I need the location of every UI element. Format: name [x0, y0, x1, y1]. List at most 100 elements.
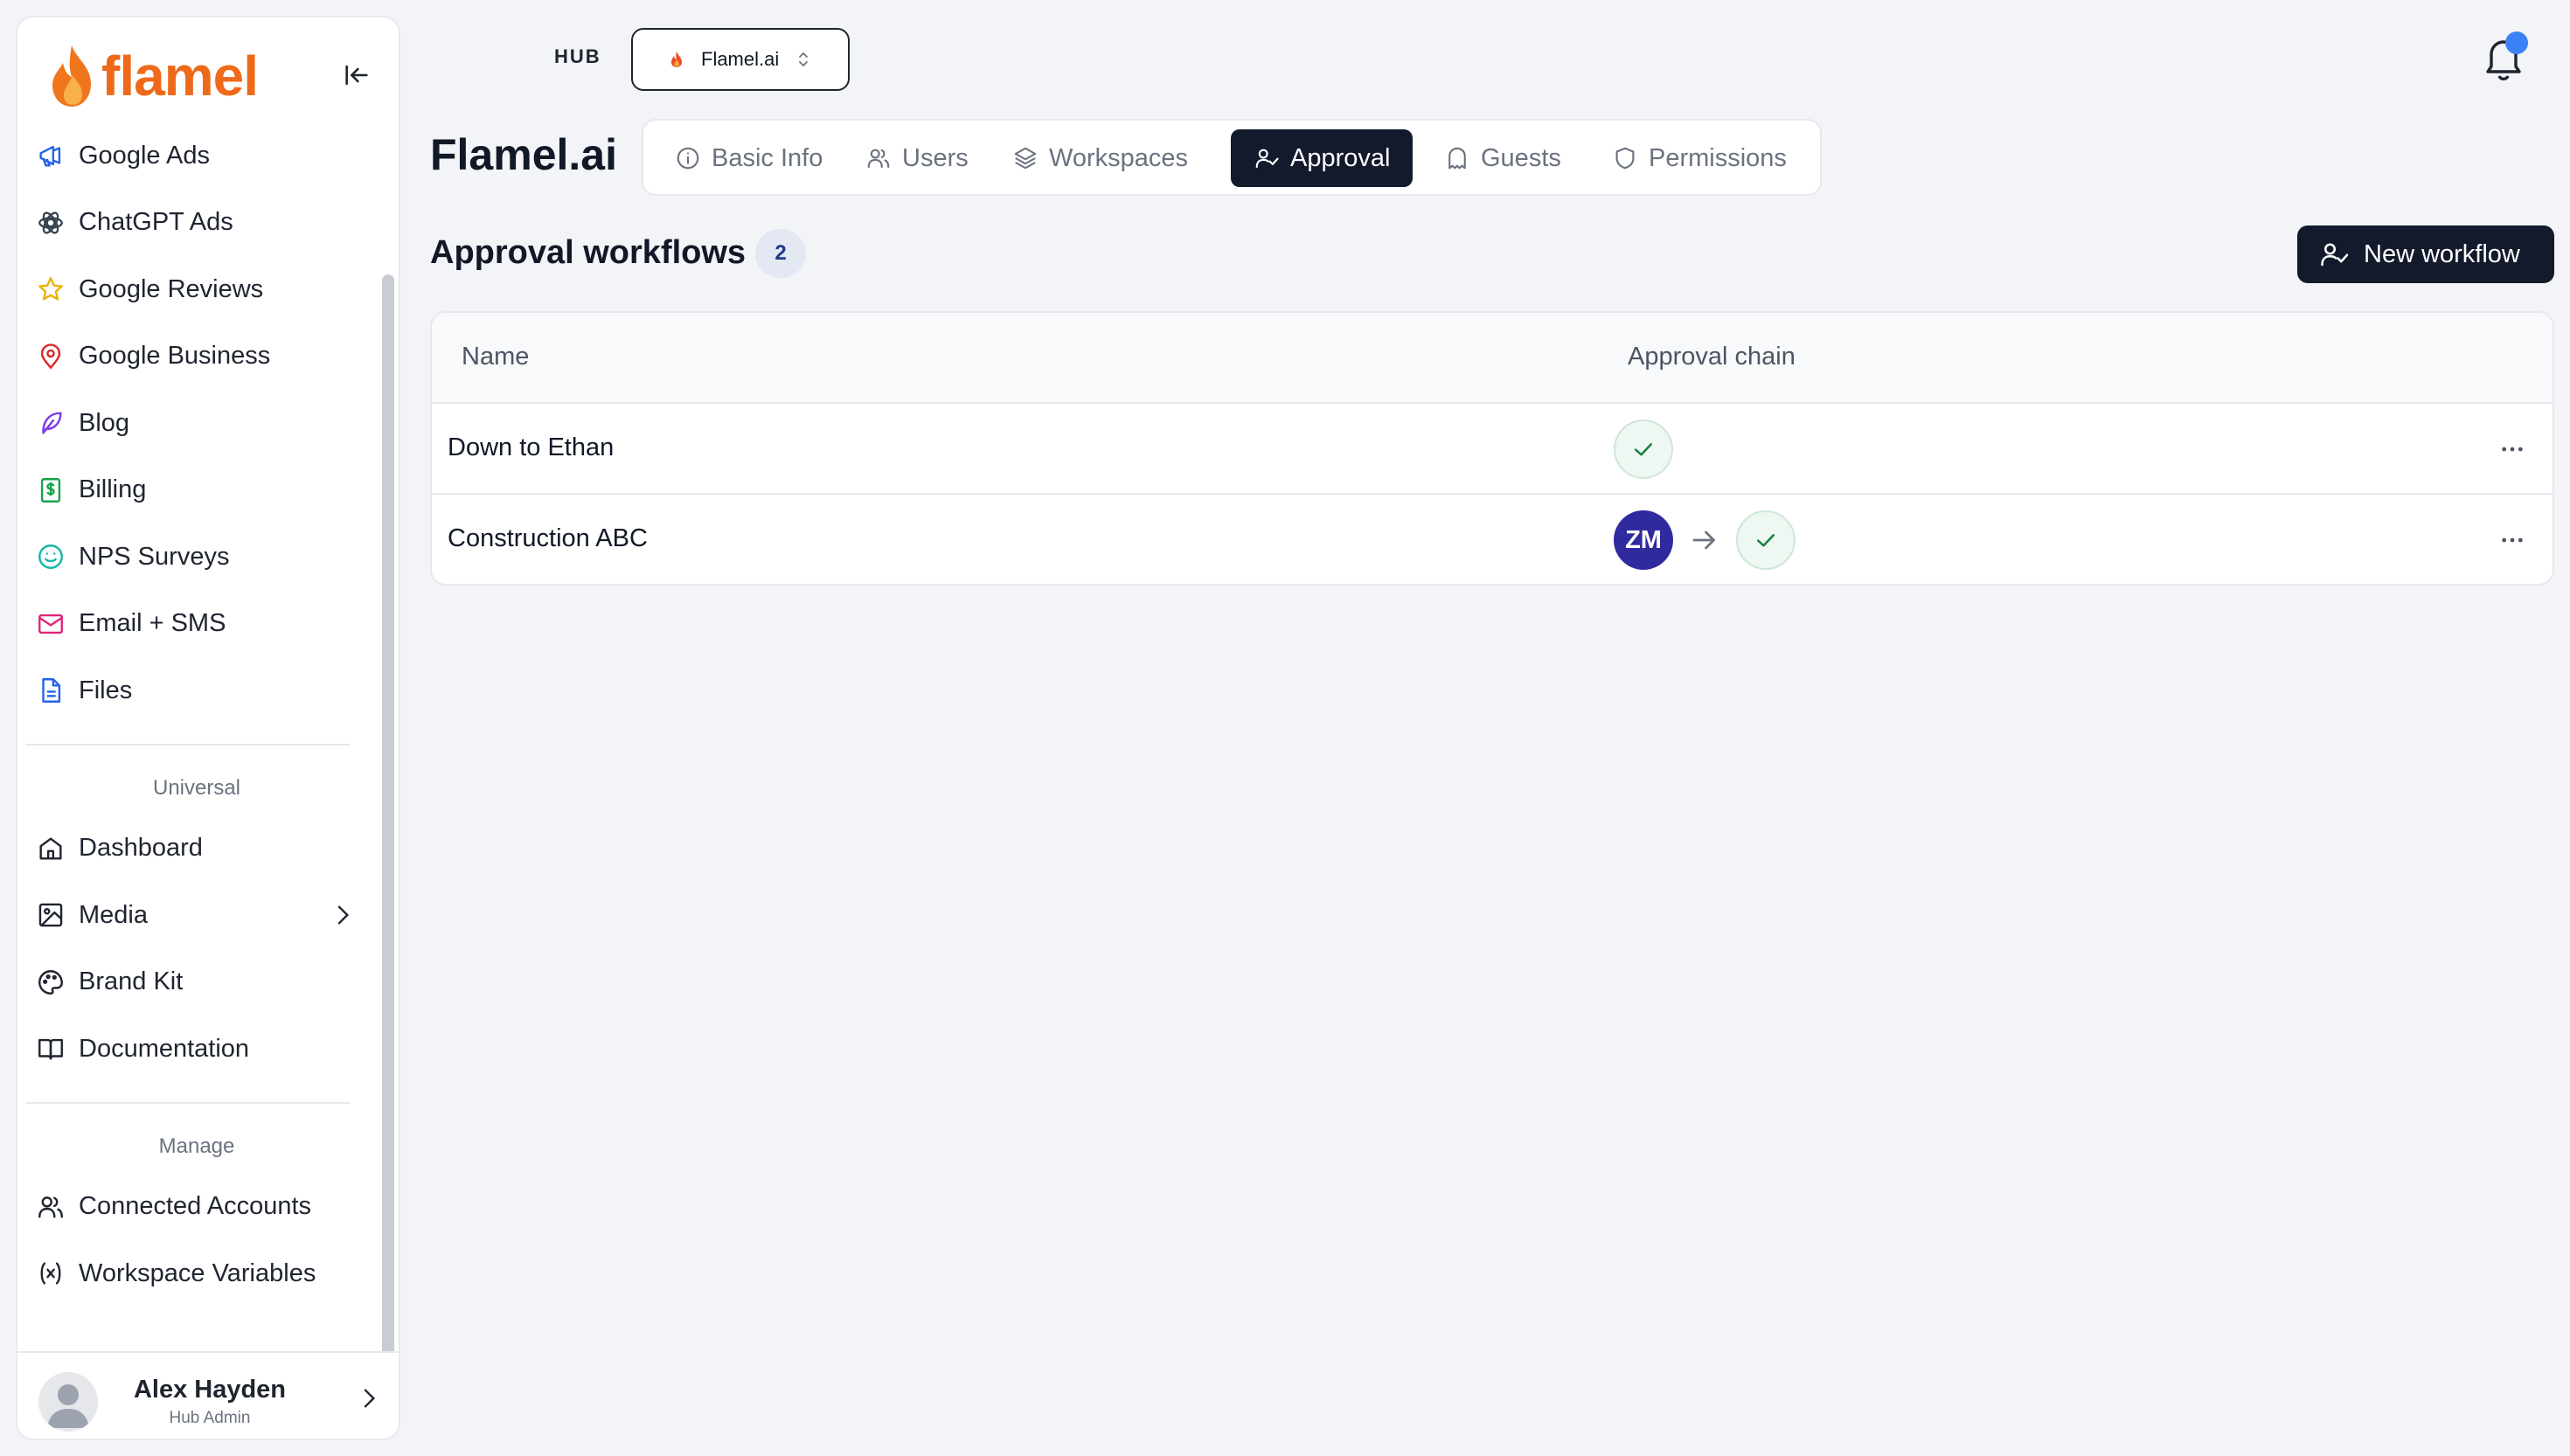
new-workflow-button[interactable]: New workflow — [2297, 225, 2554, 283]
image-icon — [38, 904, 63, 927]
variable-icon — [40, 1262, 61, 1285]
user-profile-card[interactable]: Alex Hayden Hub Admin — [17, 1351, 399, 1439]
sidebar-item-files[interactable]: Files — [17, 657, 376, 725]
sidebar-item-dashboard[interactable]: Dashboard — [17, 815, 376, 883]
tab-users[interactable]: Users — [843, 129, 991, 187]
palette-icon — [38, 969, 63, 995]
sidebar-item-media[interactable]: Media — [17, 882, 376, 949]
sidebar-item-nps-surveys[interactable]: NPS Surveys — [17, 523, 376, 591]
users-icon — [867, 149, 890, 169]
user-name: Alex Hayden — [133, 1376, 287, 1404]
more-options-icon[interactable] — [2498, 435, 2526, 463]
table-row[interactable]: Down to Ethan — [432, 404, 2553, 495]
sidebar-item-label: NPS Surveys — [79, 542, 230, 571]
sidebar-scrollbar[interactable] — [379, 112, 397, 1365]
megaphone-icon — [39, 146, 61, 167]
tab-label: Workspaces — [1049, 143, 1189, 172]
sidebar-item-label: Email + SMS — [79, 609, 226, 638]
section-title: Approval workflows — [430, 234, 747, 271]
sidebar-nav: Google Ads ChatGPT Ads Google Reviews Go… — [17, 122, 376, 1307]
tab-label: Permissions — [1649, 143, 1787, 172]
new-workflow-label: New workflow — [2364, 239, 2520, 268]
sidebar-item-google-business[interactable]: Google Business — [17, 323, 376, 391]
table-row[interactable]: Construction ABC ZM — [432, 495, 2553, 584]
users-icon — [38, 1196, 63, 1218]
dollar-file-icon — [40, 477, 61, 503]
check-icon — [1635, 443, 1652, 456]
hub-selector[interactable]: Flamel.ai — [631, 28, 850, 91]
chevron-right-icon — [337, 905, 350, 925]
user-role: Hub Admin — [169, 1409, 251, 1427]
collapse-left-icon — [345, 65, 368, 86]
chevron-up-down-icon — [799, 52, 809, 67]
tab-workspaces[interactable]: Workspaces — [990, 129, 1211, 187]
sidebar-item-brand-kit[interactable]: Brand Kit — [17, 949, 376, 1016]
map-pin-icon — [40, 343, 61, 370]
user-check-icon — [2321, 243, 2349, 267]
star-icon — [38, 277, 63, 301]
column-header-approval-chain: Approval chain — [1628, 343, 1796, 371]
table-header: Name Approval chain — [432, 313, 2553, 404]
more-options-icon[interactable] — [2498, 526, 2526, 554]
home-icon — [39, 837, 62, 860]
collapse-sidebar-button[interactable] — [337, 56, 376, 94]
tab-guests[interactable]: Guests — [1421, 129, 1584, 187]
book-icon — [38, 1039, 63, 1060]
layers-icon — [1014, 147, 1037, 170]
flame-logo-icon — [52, 45, 91, 107]
openai-icon — [38, 211, 63, 234]
tab-approval[interactable]: Approval — [1231, 129, 1414, 187]
sidebar-item-label: Google Ads — [79, 141, 210, 170]
sidebar-item-label: Workspace Variables — [79, 1258, 316, 1287]
sidebar-item-label: Files — [79, 676, 133, 704]
sidebar-item-label: ChatGPT Ads — [79, 208, 233, 237]
sidebar-item-google-reviews[interactable]: Google Reviews — [17, 256, 376, 323]
notification-dot — [2505, 31, 2528, 54]
feather-icon — [42, 412, 62, 434]
sidebar-item-label: Billing — [79, 475, 147, 504]
tab-permissions[interactable]: Permissions — [1589, 129, 1809, 187]
sidebar-item-connected-accounts[interactable]: Connected Accounts — [17, 1174, 376, 1241]
final-approval-step — [1614, 419, 1673, 479]
workflow-name: Construction ABC — [448, 524, 648, 552]
approver-avatar: ZM — [1614, 510, 1673, 570]
sidebar-item-google-ads[interactable]: Google Ads — [17, 122, 376, 190]
sidebar-item-label: Brand Kit — [79, 967, 184, 996]
brand-logo[interactable]: flamel — [47, 37, 259, 115]
approval-chain: ZM — [1614, 510, 1796, 570]
ghost-icon — [1448, 147, 1466, 170]
sidebar-item-documentation[interactable]: Documentation — [17, 1016, 376, 1083]
sidebar-section-universal: Universal — [152, 775, 241, 800]
sidebar-scrollbar-thumb[interactable] — [382, 274, 394, 1365]
tab-label: Guests — [1481, 143, 1561, 172]
info-icon — [677, 147, 699, 170]
tab-basic-info[interactable]: Basic Info — [652, 129, 845, 187]
sidebar-item-chatgpt-ads[interactable]: ChatGPT Ads — [17, 190, 376, 257]
sidebar-item-label: Dashboard — [79, 834, 203, 863]
sidebar-item-email-sms[interactable]: Email + SMS — [17, 591, 376, 658]
app-root: flamel Google Ads ChatGPT Ads Google Rev… — [0, 0, 2570, 1456]
tab-label: Users — [902, 143, 969, 172]
tab-bar: Basic Info Users Workspaces Approval Gue… — [642, 119, 1822, 196]
sidebar-item-billing[interactable]: Billing — [17, 457, 376, 524]
sidebar-item-label: Documentation — [79, 1034, 250, 1063]
column-header-name: Name — [462, 343, 530, 371]
tab-label: Basic Info — [712, 143, 823, 172]
user-check-icon — [1255, 149, 1279, 169]
sidebar-item-label: Google Business — [79, 342, 271, 371]
sidebar-item-label: Google Reviews — [79, 274, 264, 303]
workflows-table: Name Approval chain Down to Ethan Constr… — [430, 311, 2554, 586]
sidebar-item-workspace-variables[interactable]: Workspace Variables — [17, 1240, 376, 1307]
workflow-count-badge: 2 — [755, 229, 806, 278]
check-icon — [1757, 534, 1775, 547]
chevron-right-icon — [364, 1389, 376, 1408]
shield-icon — [1615, 147, 1635, 170]
sidebar: flamel Google Ads ChatGPT Ads Google Rev… — [16, 16, 400, 1440]
sidebar-item-label: Blog — [79, 408, 130, 437]
flame-logo-icon — [671, 52, 682, 67]
tab-label: Approval — [1290, 143, 1391, 172]
sidebar-item-blog[interactable]: Blog — [17, 390, 376, 457]
sidebar-section-manage: Manage — [158, 1134, 235, 1158]
hub-label: HUB — [554, 45, 601, 67]
page-title: Flamel.ai — [430, 130, 617, 179]
